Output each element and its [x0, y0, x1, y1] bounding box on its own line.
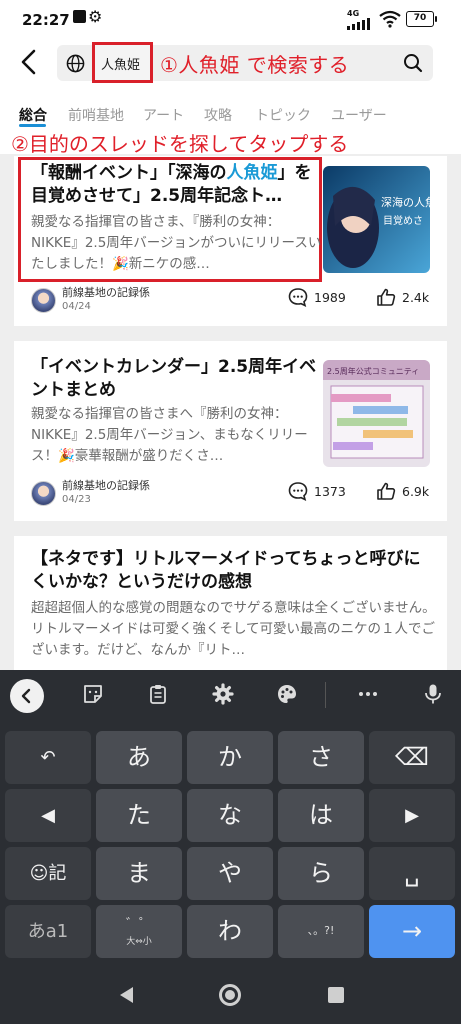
input-mode-key[interactable]: あa1 — [5, 905, 91, 958]
active-tab-indicator — [19, 124, 46, 127]
key-ta[interactable]: た — [96, 789, 182, 842]
post-excerpt: 親愛なる指揮官の皆さまへ『勝利の女神：NIKKE』2.5周年バージョン、まもなく… — [31, 406, 308, 464]
wifi-icon — [379, 10, 401, 28]
svg-text:目覚めさ: 目覚めさ — [383, 214, 423, 227]
key-wa[interactable]: わ — [187, 905, 273, 958]
cursor-left-key[interactable]: ◀ — [5, 789, 91, 842]
backspace-key[interactable]: ⌫ — [369, 731, 455, 784]
tab-users[interactable]: ユーザー — [331, 105, 387, 125]
back-arrow-icon[interactable] — [12, 44, 46, 80]
collapse-keyboard-button[interactable] — [10, 679, 44, 713]
post-title[interactable]: 「イベントカレンダー」2.5周年イベントまとめ — [31, 356, 317, 402]
punctuation-key[interactable]: 、。?! — [278, 905, 364, 958]
like-count: 6.9k — [402, 484, 430, 499]
keyboard-toolbar — [0, 670, 461, 722]
title-highlight: 人魚姫 — [226, 163, 278, 183]
tab-general[interactable]: 総合 — [19, 105, 47, 125]
notification-icon — [73, 10, 86, 23]
status-time: 22:27 — [22, 11, 70, 29]
sticker-icon[interactable] — [82, 683, 104, 705]
post-title[interactable]: 【ネタです】リトルマーメイドってちょっと呼びにくいかな？というだけの感想 — [31, 548, 431, 594]
annotation-step-1: ①人魚姫 で検索する — [160, 53, 350, 77]
author-avatar[interactable] — [31, 481, 56, 506]
settings-gear-icon[interactable] — [212, 683, 234, 705]
chevron-left-icon — [21, 688, 31, 704]
category-tabs: 総合 前哨基地 アート 攻略 トピック ユーザー ②目的のスレッドを探してタップ… — [0, 92, 461, 156]
post-thumbnail[interactable]: 深海の人魚 目覚めさ — [323, 166, 430, 273]
punctuation-key-label: 、。?! — [307, 924, 335, 937]
post-date: 04/24 — [62, 301, 91, 312]
key-na[interactable]: な — [187, 789, 273, 842]
cursor-right-key[interactable]: ▶ — [369, 789, 455, 842]
system-nav-bar — [0, 970, 461, 1024]
comment-count: 1989 — [314, 290, 346, 305]
theme-palette-icon[interactable] — [276, 683, 298, 705]
emoji-key[interactable]: ☺記 — [5, 847, 91, 900]
comment-count: 1373 — [314, 484, 346, 499]
tab-topic[interactable]: トピック — [255, 105, 311, 125]
dakuten-key[interactable]: ゛゜ 大⇔小 — [96, 905, 182, 958]
svg-text:2.5周年公式コミュニティ: 2.5周年公式コミュニティ — [327, 366, 419, 376]
annotation-step-2: ②目的のスレッドを探してタップする — [11, 132, 349, 156]
toolbar-divider — [325, 682, 326, 708]
post-thumbnail[interactable]: 2.5周年公式コミュニティ — [323, 360, 430, 467]
author-avatar[interactable] — [31, 288, 56, 313]
post-card[interactable]: 【ネタです】リトルマーメイドってちょっと呼びにくいかな？というだけの感想 超超超… — [14, 536, 447, 676]
space-key[interactable]: ␣ — [369, 847, 455, 900]
author-name[interactable]: 前線基地の記録係 — [62, 477, 150, 493]
smiley-icon: ☺ — [29, 863, 49, 884]
undo-key[interactable]: ↶ — [5, 731, 91, 784]
more-options-icon[interactable] — [357, 683, 379, 705]
author-name[interactable]: 前線基地の記録係 — [62, 284, 150, 300]
emoji-key-label: 記 — [48, 863, 67, 884]
post-card[interactable]: 「イベントカレンダー」2.5周年イベントまとめ 親愛なる指揮官の皆さまへ『勝利の… — [14, 341, 447, 521]
post-excerpt: 超超超個人的な感覚の問題なのでサゲる意味は全くございません。リトルマーメイドは可… — [31, 600, 436, 658]
key-ma[interactable]: ま — [96, 847, 182, 900]
battery-icon: 70 — [406, 11, 437, 27]
search-query-text: 人魚姫 — [101, 58, 141, 73]
post-date: 04/23 — [62, 494, 91, 505]
comment-icon[interactable] — [288, 481, 308, 501]
tab-art[interactable]: アート — [143, 105, 184, 125]
nav-home-icon[interactable] — [219, 984, 241, 1006]
like-count: 2.4k — [402, 290, 430, 305]
search-bar[interactable]: 人魚姫 ①人魚姫 で検索する — [57, 42, 433, 83]
dakuten-key-sublabel: 大⇔小 — [126, 937, 152, 947]
comment-icon[interactable] — [288, 287, 308, 307]
enter-key[interactable]: → — [369, 905, 455, 958]
search-icon[interactable] — [403, 53, 423, 73]
key-ya[interactable]: や — [187, 847, 273, 900]
thumbs-up-icon[interactable] — [376, 287, 396, 307]
globe-icon[interactable] — [66, 54, 85, 73]
post-card[interactable]: 「報酬イベント」「深海の人魚姫」を目覚めさせて」2.5周年記念ト… 親愛なる指揮… — [14, 156, 447, 326]
key-ha[interactable]: は — [278, 789, 364, 842]
status-bar: 22:27 ⚙ 4G 70 — [0, 0, 461, 40]
signal-icon — [347, 18, 370, 30]
clipboard-icon[interactable] — [147, 683, 169, 705]
post-title[interactable]: 「報酬イベント」「深海の人魚姫」を目覚めさせて」2.5周年記念ト… — [31, 162, 317, 208]
search-header: 人魚姫 ①人魚姫 で検索する — [0, 40, 461, 92]
key-sa[interactable]: さ — [278, 731, 364, 784]
search-input[interactable]: 人魚姫 — [92, 42, 153, 83]
svg-text:深海の人魚: 深海の人魚 — [381, 195, 430, 209]
thumbs-up-icon[interactable] — [376, 481, 396, 501]
nav-recents-icon[interactable] — [328, 987, 344, 1003]
network-type: 4G — [347, 9, 360, 18]
tab-outpost[interactable]: 前哨基地 — [68, 105, 124, 125]
tab-strategy[interactable]: 攻略 — [204, 105, 232, 125]
key-a[interactable]: あ — [96, 731, 182, 784]
key-ra[interactable]: ら — [278, 847, 364, 900]
microphone-icon[interactable] — [422, 683, 444, 705]
settings-gear-icon: ⚙ — [88, 7, 103, 26]
key-ka[interactable]: か — [187, 731, 273, 784]
nav-back-icon[interactable] — [117, 985, 135, 1005]
post-excerpt: 親愛なる指揮官の皆さま、『勝利の女神：NIKKE』2.5周年バージョンがついにリ… — [31, 214, 322, 272]
dakuten-key-label: ゛゜ — [125, 917, 152, 932]
